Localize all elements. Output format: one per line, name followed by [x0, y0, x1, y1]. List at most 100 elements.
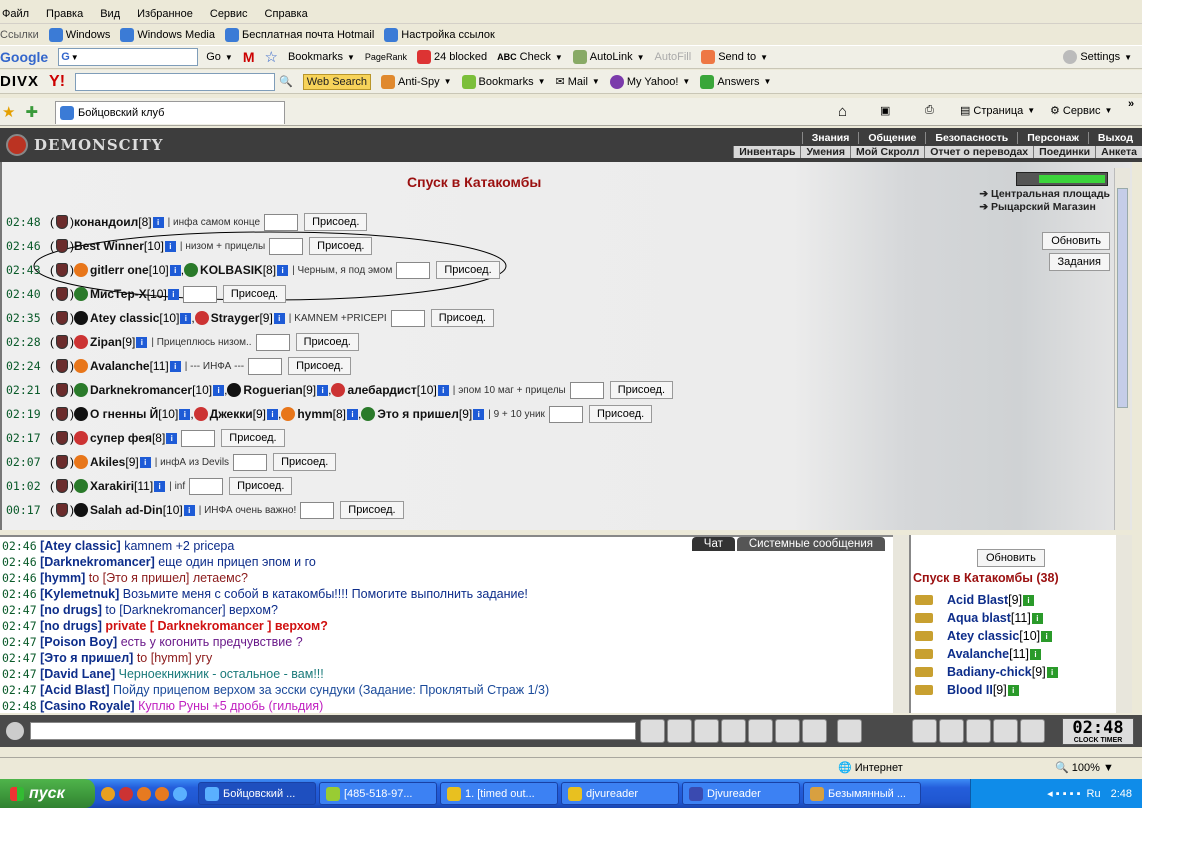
smiley-icon[interactable]: [837, 719, 862, 743]
gmail-icon[interactable]: M: [243, 49, 255, 65]
player-name[interactable]: Это я пришел: [377, 407, 459, 421]
link-central-square[interactable]: ➔ Центральная площадь: [979, 188, 1110, 201]
info-icon[interactable]: i: [213, 384, 225, 396]
join-button[interactable]: Присоед.: [609, 381, 673, 399]
online-player-name[interactable]: Blood II: [947, 683, 993, 697]
password-input[interactable]: [264, 213, 299, 231]
yahoo-answers[interactable]: Answers ▼: [700, 74, 771, 89]
web-search-button[interactable]: Web Search: [302, 73, 372, 90]
tools-menu[interactable]: ⚙ Сервис ▼: [1050, 104, 1112, 118]
lock-icon[interactable]: [993, 719, 1018, 743]
taskbar-task[interactable]: Бойцовский ...: [198, 782, 316, 805]
chat-sender[interactable]: [no drugs]: [40, 619, 102, 633]
player-name[interactable]: МисТер-Х: [90, 287, 147, 301]
menu-tools[interactable]: Сервис: [208, 8, 248, 20]
tab-fight-club[interactable]: Бойцовский клуб: [55, 101, 285, 124]
page-menu[interactable]: ▤ Страница ▼: [960, 104, 1035, 118]
player-name[interactable]: Джекки: [210, 407, 253, 421]
info-icon[interactable]: i: [164, 240, 176, 252]
password-input[interactable]: [181, 429, 216, 447]
google-send-to[interactable]: Send to ▼: [701, 50, 768, 64]
chevron-more-icon[interactable]: »: [1128, 98, 1134, 110]
password-input[interactable]: [269, 237, 304, 255]
join-button[interactable]: Присоед.: [222, 285, 287, 303]
nav-knowledge[interactable]: Знания: [801, 132, 859, 144]
add-favorite-icon[interactable]: ✚: [25, 103, 38, 121]
chat-sender[interactable]: [Casino Royale]: [40, 699, 134, 713]
info-icon[interactable]: i: [1041, 630, 1053, 642]
info-icon[interactable]: i: [183, 504, 195, 516]
taskbar-task[interactable]: djvureader: [561, 782, 679, 805]
menu-file[interactable]: Файл: [0, 8, 29, 20]
smile-menu-icon[interactable]: [6, 722, 24, 740]
taskbar-task[interactable]: 1. [timed out...: [440, 782, 558, 805]
player-name[interactable]: gitlerr one: [90, 263, 149, 277]
player-name[interactable]: Xarakiri: [90, 479, 134, 493]
nav-scroll[interactable]: Мой Скролл: [849, 146, 924, 158]
yahoo-bookmarks[interactable]: Bookmarks ▼: [461, 74, 546, 89]
menu-view[interactable]: Вид: [98, 8, 120, 20]
info-icon[interactable]: i: [169, 360, 181, 372]
nav-fights[interactable]: Поединки: [1033, 146, 1095, 158]
info-icon[interactable]: i: [139, 456, 151, 468]
player-name[interactable]: Roguerian: [243, 383, 302, 397]
main-scrollbar[interactable]: [1114, 168, 1130, 530]
chat-sender[interactable]: [no drugs]: [40, 603, 102, 617]
info-icon[interactable]: i: [169, 264, 181, 276]
join-button[interactable]: Присоед.: [304, 213, 368, 231]
nav-communication[interactable]: Общение: [858, 132, 925, 144]
online-refresh-button[interactable]: Обновить: [977, 549, 1045, 567]
player-name[interactable]: Avalanche: [90, 359, 150, 373]
taskbar-task[interactable]: [485-518-97...: [319, 782, 437, 805]
password-input[interactable]: [255, 333, 290, 351]
info-icon[interactable]: i: [1023, 594, 1035, 606]
online-player-name[interactable]: Acid Blast: [947, 593, 1008, 607]
opera-icon[interactable]: [119, 786, 133, 801]
print-icon[interactable]: ⎙: [925, 104, 934, 117]
join-button[interactable]: Присоед.: [340, 501, 404, 519]
info-icon[interactable]: i: [136, 336, 148, 348]
favorites-star-icon[interactable]: ★: [2, 103, 15, 121]
info-icon[interactable]: i: [266, 408, 278, 420]
info-icon[interactable]: i: [179, 408, 191, 420]
password-input[interactable]: [248, 357, 283, 375]
menu-edit[interactable]: Правка: [44, 8, 83, 20]
filter-icon[interactable]: [694, 719, 719, 743]
send-icon[interactable]: [640, 719, 665, 743]
chat-sender[interactable]: [Atey classic]: [40, 539, 121, 553]
player-name[interactable]: Salah ad-Din: [90, 503, 163, 517]
yahoo-logo-icon[interactable]: Y!: [49, 73, 65, 91]
join-button[interactable]: Присоед.: [295, 333, 359, 351]
translit-icon[interactable]: [775, 719, 800, 743]
tab-system-messages[interactable]: Системные сообщения: [736, 537, 885, 551]
nav-exit[interactable]: Выход: [1087, 132, 1142, 144]
zoom-level[interactable]: 🔍 100% ▼: [1055, 761, 1114, 774]
player-name[interactable]: Zipan: [90, 335, 122, 349]
player-name[interactable]: О гненны Й: [90, 407, 158, 421]
password-input[interactable]: [396, 261, 431, 279]
info-icon[interactable]: i: [437, 384, 449, 396]
chat-sender[interactable]: [Kylemetnuk]: [40, 587, 119, 601]
chat-sender[interactable]: [David Lane]: [40, 667, 115, 681]
walk-icon[interactable]: [748, 719, 773, 743]
save-icon[interactable]: [721, 719, 746, 743]
password-input[interactable]: [300, 501, 335, 519]
info-icon[interactable]: i: [1031, 612, 1043, 624]
info-icon[interactable]: i: [180, 312, 192, 324]
sound-icon[interactable]: [802, 719, 827, 743]
info-icon[interactable]: i: [1046, 666, 1058, 678]
chat-sender[interactable]: [Это я пришел]: [40, 651, 133, 665]
link-windows-media[interactable]: Windows Media: [120, 27, 215, 42]
join-button[interactable]: Присоед.: [288, 357, 352, 375]
google-bookmarks[interactable]: Bookmarks ▼: [288, 51, 355, 63]
nav-character[interactable]: Персонаж: [1017, 132, 1088, 144]
google-go-button[interactable]: Go ▼: [206, 51, 233, 63]
password-input[interactable]: [569, 381, 604, 399]
my-yahoo[interactable]: My Yahoo! ▼: [609, 74, 690, 89]
nav-security[interactable]: Безопасность: [925, 132, 1017, 144]
google-autolink[interactable]: AutoLink ▼: [572, 50, 645, 64]
tasks-button[interactable]: Задания: [1048, 253, 1110, 271]
start-button[interactable]: пуск: [0, 779, 95, 808]
link-hotmail[interactable]: Бесплатная почта Hotmail: [225, 27, 374, 42]
chat-scrollbar[interactable]: [893, 535, 909, 713]
